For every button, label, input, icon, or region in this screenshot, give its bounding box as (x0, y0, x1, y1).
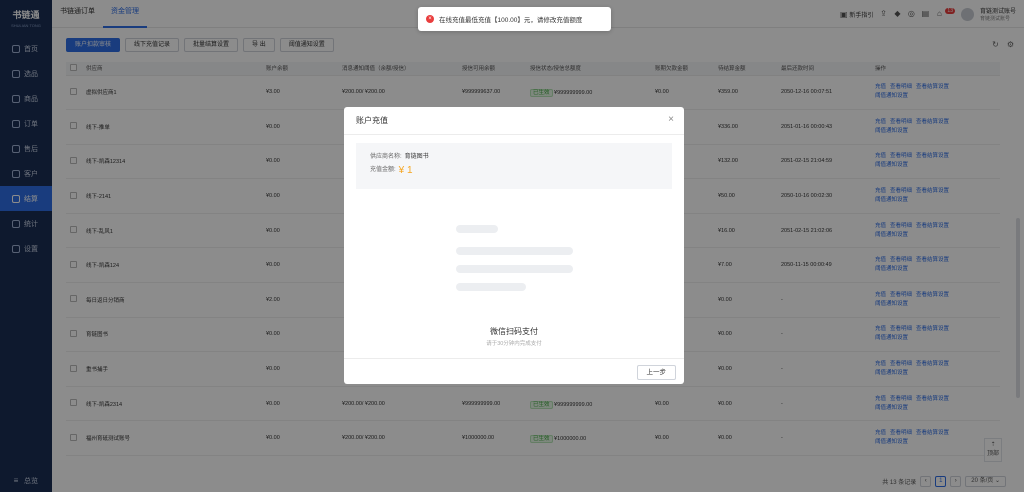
supplier-label: 供应商名称: (370, 154, 402, 160)
recharge-modal: 账户充值 × 供应商名称: 育链图书 充值金额: ¥ 1 微信扫码支付 请于30… (344, 107, 684, 384)
qr-skeleton (456, 283, 526, 291)
toast-message: 在线充值最低充值【100.00】元，请修改充值额度 (439, 17, 583, 24)
amount-label: 充值金额: (370, 167, 396, 173)
modal-title: 账户充值 (356, 116, 388, 125)
close-icon[interactable]: × (668, 114, 674, 126)
qr-skeleton (456, 265, 573, 273)
supplier-value: 育链图书 (404, 154, 429, 160)
amount-row: 充值金额: ¥ 1 (370, 164, 672, 177)
modal-header: 账户充值 × (344, 107, 684, 135)
pay-title: 微信扫码支付 (490, 327, 538, 336)
amount-value: ¥ 1 (398, 165, 413, 176)
error-toast: × 在线充值最低充值【100.00】元，请修改充值额度 (418, 7, 611, 31)
qr-skeleton (456, 225, 498, 233)
error-icon: × (426, 15, 434, 23)
prev-step-button[interactable]: 上一步 (636, 365, 676, 380)
supplier-row: 供应商名称: 育链图书 (370, 151, 672, 164)
modal-footer: 上一步 (344, 358, 684, 384)
recharge-info: 供应商名称: 育链图书 充值金额: ¥ 1 (356, 143, 672, 189)
pay-subtitle: 请于30分钟内完成支付 (486, 341, 542, 347)
qr-skeleton (456, 247, 573, 255)
